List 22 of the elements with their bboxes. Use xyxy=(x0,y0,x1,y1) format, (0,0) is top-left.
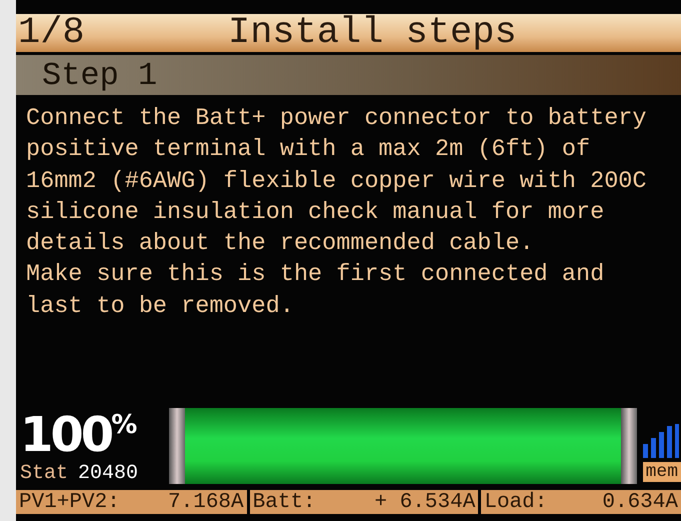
instruction-line: 16mm2 (#6AWG) flexible copper wire with 200C xyxy=(26,166,648,197)
instruction-line: details about the recommended cable. xyxy=(26,229,535,260)
page-counter: 1/8 xyxy=(17,14,86,52)
instruction-line: silicone insulation check manual for more xyxy=(26,198,606,228)
signal-bars-icon xyxy=(642,424,679,458)
battery-percent: 100 xyxy=(20,410,112,460)
instruction-line: positive terminal with a max 2m (6ft) of xyxy=(26,135,592,166)
screen-title: Install steps xyxy=(228,14,517,52)
status-label: Batt: xyxy=(252,490,316,514)
instruction-line: last to be removed. xyxy=(26,292,295,322)
stat-value: 20480 xyxy=(78,461,138,487)
status-value: 0.634A xyxy=(602,490,678,514)
status-value: + 6.534A xyxy=(374,490,476,514)
step-title: Step 1 xyxy=(16,55,681,95)
status-label: Load: xyxy=(484,490,548,514)
stat-label: Stat xyxy=(20,461,68,487)
status-value: 7.168A xyxy=(168,490,244,514)
instruction-line: Make sure this is the first connected and xyxy=(26,260,606,290)
percent-sign: % xyxy=(111,410,138,440)
instruction-line: Connect the Batt+ power connector to battery xyxy=(26,104,648,134)
status-label: PV1+PV2: xyxy=(19,490,120,514)
memory-label: mem xyxy=(642,462,681,482)
